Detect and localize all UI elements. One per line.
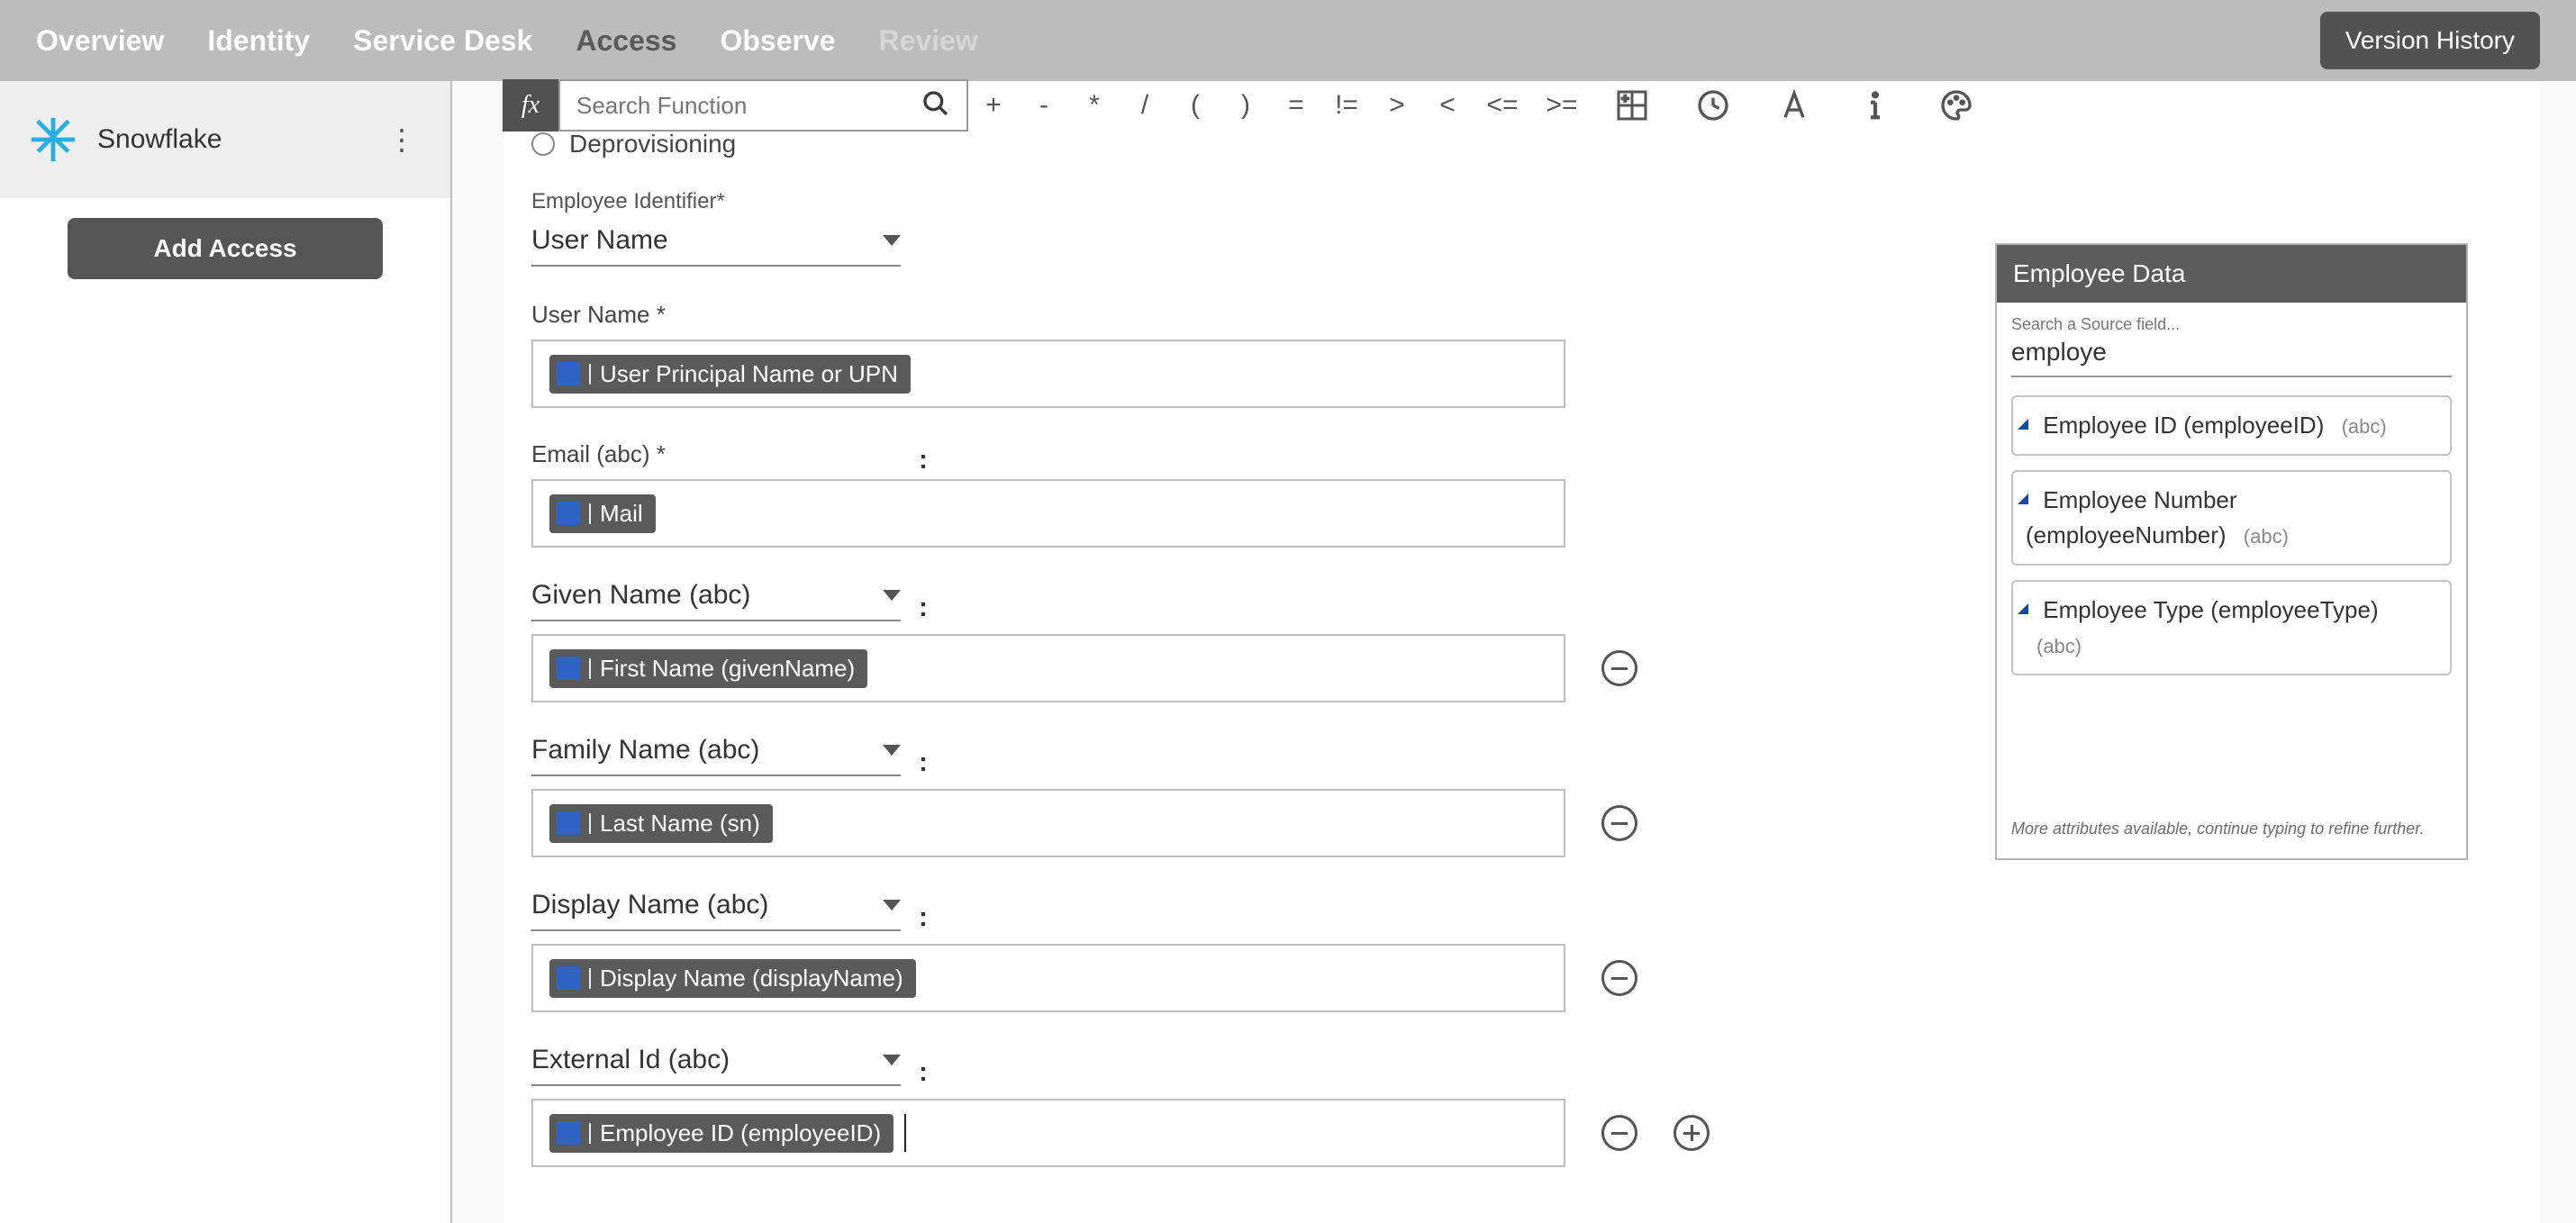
email-chip[interactable]: Mail: [549, 494, 656, 533]
search-function-box[interactable]: [558, 79, 968, 131]
remove-display-name-button[interactable]: [1601, 960, 1637, 996]
radio-icon[interactable]: [531, 132, 555, 156]
source-icon: [557, 1121, 580, 1145]
family-name-colon: :: [919, 747, 928, 789]
email-label: Email (abc) *: [531, 440, 901, 468]
chevron-down-icon: [883, 235, 901, 246]
display-name-select[interactable]: Display Name (abc): [531, 884, 901, 931]
search-icon[interactable]: [921, 89, 950, 122]
search-function-input[interactable]: [576, 92, 921, 120]
op-div[interactable]: /: [1120, 79, 1170, 131]
info-icon[interactable]: [1835, 79, 1916, 131]
display-name-field[interactable]: Display Name (displayName): [531, 944, 1565, 1012]
formula-bar: fx + - * / ( ) = != > < <= >= +: [503, 79, 1997, 131]
text-format-icon[interactable]: [1754, 79, 1835, 131]
external-id-colon: :: [919, 1057, 928, 1099]
display-name-chip[interactable]: Display Name (displayName): [549, 959, 916, 998]
given-name-chip[interactable]: First Name (givenName): [549, 649, 867, 688]
operator-row: + - * / ( ) = != > < <= >= +: [968, 79, 1997, 131]
math-icon[interactable]: +: [1592, 79, 1673, 131]
add-access-button[interactable]: Add Access: [68, 218, 383, 279]
external-id-field[interactable]: Employee ID (employeeID): [531, 1099, 1565, 1167]
svg-text:+: +: [1621, 92, 1628, 105]
remove-external-id-button[interactable]: [1601, 1115, 1637, 1151]
op-lparen[interactable]: (: [1170, 79, 1220, 131]
clock-icon[interactable]: [1673, 79, 1754, 131]
result-employee-type[interactable]: Employee Type (employeeType) (abc): [2011, 580, 2452, 675]
source-icon: [557, 657, 580, 680]
source-field-search-input[interactable]: [2011, 334, 2452, 377]
employee-data-panel: Employee Data Search a Source field... E…: [1995, 243, 2468, 860]
display-name-colon: :: [919, 902, 928, 944]
given-name-select[interactable]: Given Name (abc): [531, 575, 901, 621]
panel-footer-text: More attributes available, continue typi…: [2011, 820, 2452, 838]
family-name-field[interactable]: Last Name (sn): [531, 789, 1565, 857]
chevron-down-icon: [883, 590, 901, 601]
op-neq[interactable]: !=: [1321, 79, 1372, 131]
op-plus[interactable]: +: [968, 79, 1019, 131]
snowflake-icon: [27, 113, 79, 166]
deprovisioning-option[interactable]: Deprovisioning: [531, 130, 736, 159]
chevron-down-icon: [883, 745, 901, 756]
given-name-colon: :: [919, 593, 928, 634]
user-name-field[interactable]: User Principal Name or UPN: [531, 340, 1565, 408]
add-field-button[interactable]: [1673, 1115, 1710, 1151]
tab-review[interactable]: Review: [879, 24, 978, 58]
op-gte[interactable]: >=: [1532, 79, 1592, 131]
employee-identifier-select[interactable]: User Name: [531, 220, 901, 267]
remove-family-name-button[interactable]: [1601, 805, 1637, 841]
sidebar: Snowflake ⋮ Add Access: [0, 81, 450, 1223]
main-area: fx + - * / ( ) = != > < <= >= +: [504, 81, 2540, 1223]
op-mul[interactable]: *: [1069, 79, 1120, 131]
source-icon: [557, 362, 580, 385]
tab-service-desk[interactable]: Service Desk: [353, 24, 532, 58]
version-history-button[interactable]: Version History: [2320, 12, 2540, 69]
remove-given-name-button[interactable]: [1601, 650, 1637, 686]
given-name-field[interactable]: First Name (givenName): [531, 634, 1565, 702]
email-field[interactable]: Mail: [531, 479, 1565, 548]
op-lt[interactable]: <: [1422, 79, 1473, 131]
result-employee-number[interactable]: Employee Number (employeeNumber) (abc): [2011, 470, 2452, 566]
tab-observe[interactable]: Observe: [720, 24, 835, 58]
chevron-down-icon: [883, 900, 901, 910]
external-id-chip[interactable]: Employee ID (employeeID): [549, 1114, 893, 1153]
kebab-menu-icon[interactable]: ⋮: [380, 115, 423, 164]
user-name-chip[interactable]: User Principal Name or UPN: [549, 355, 911, 394]
source-icon: [557, 966, 580, 990]
employee-identifier-label: Employee Identifier*: [531, 189, 2540, 214]
deprovisioning-label: Deprovisioning: [569, 130, 736, 159]
palette-icon[interactable]: [1916, 79, 1997, 131]
sidebar-app-row[interactable]: Snowflake ⋮: [0, 81, 450, 198]
email-colon: :: [919, 445, 928, 479]
op-gt[interactable]: >: [1372, 79, 1422, 131]
top-nav: Overview Identity Service Desk Access Ob…: [0, 0, 2576, 81]
tab-access[interactable]: Access: [576, 24, 676, 58]
sidebar-app-name: Snowflake: [97, 124, 222, 155]
tab-identity[interactable]: Identity: [207, 24, 310, 58]
op-lte[interactable]: <=: [1473, 79, 1532, 131]
source-icon: [557, 502, 580, 525]
op-minus[interactable]: -: [1019, 79, 1069, 131]
fx-icon: fx: [503, 79, 558, 131]
result-employee-id[interactable]: Employee ID (employeeID) (abc): [2011, 395, 2452, 456]
employee-data-title: Employee Data: [1997, 245, 2466, 303]
external-id-select[interactable]: External Id (abc): [531, 1039, 901, 1086]
text-cursor: [904, 1114, 906, 1152]
source-icon: [557, 811, 580, 835]
chevron-down-icon: [883, 1055, 901, 1065]
sidebar-divider: [450, 81, 452, 1223]
op-rparen[interactable]: ): [1220, 79, 1271, 131]
panel-sub-label: Search a Source field...: [2011, 315, 2452, 334]
family-name-chip[interactable]: Last Name (sn): [549, 804, 773, 843]
family-name-select[interactable]: Family Name (abc): [531, 729, 901, 776]
tab-overview[interactable]: Overview: [36, 24, 164, 58]
employee-identifier-value: User Name: [531, 225, 668, 256]
op-eq[interactable]: =: [1271, 79, 1321, 131]
